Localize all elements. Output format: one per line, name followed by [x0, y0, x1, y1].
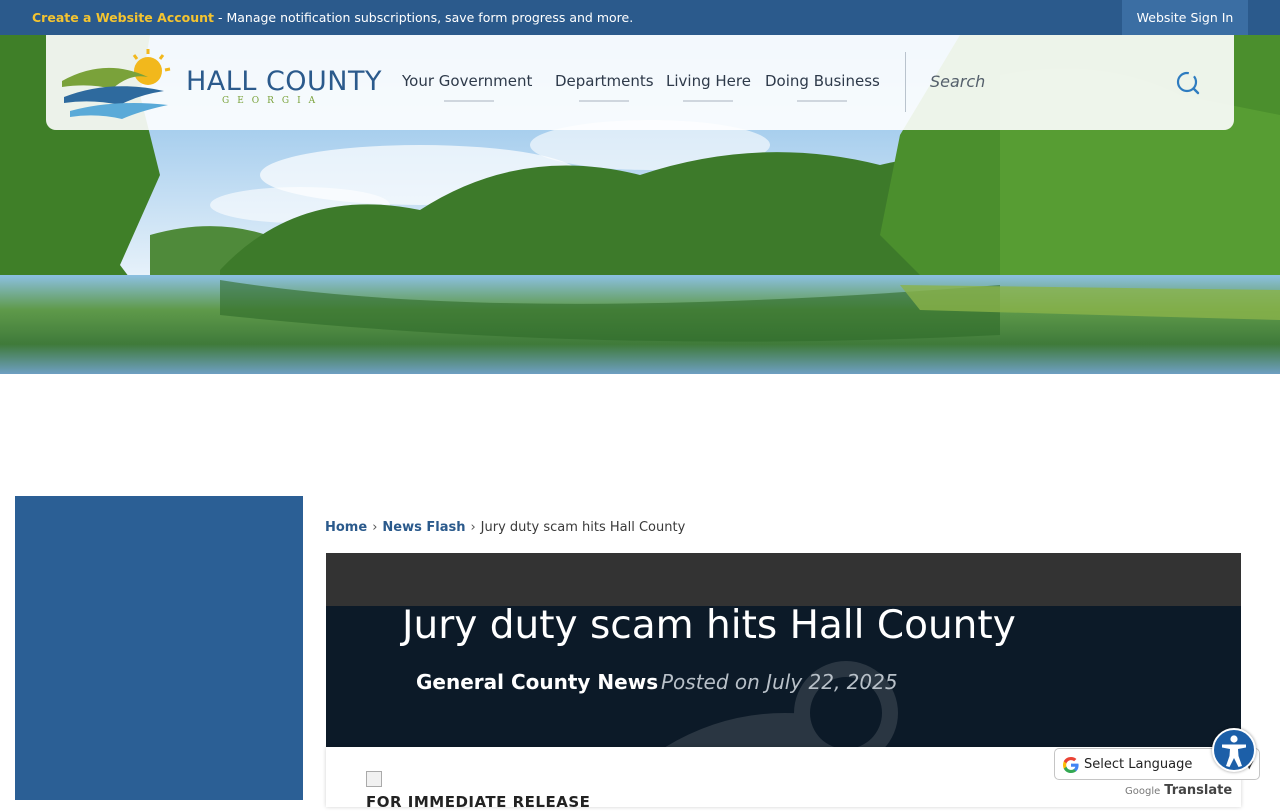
article-category[interactable]: General County News: [416, 670, 658, 694]
nav-underline: [579, 100, 629, 102]
account-message-text: - Manage notification subscriptions, sav…: [214, 10, 634, 25]
select-language-label: Select Language: [1084, 757, 1193, 772]
search-icon[interactable]: [1174, 69, 1202, 97]
logo-watermark-icon: [665, 661, 898, 747]
create-account-link[interactable]: Create a Website Account: [32, 10, 214, 25]
release-heading: FOR IMMEDIATE RELEASE: [366, 793, 591, 811]
accessibility-button[interactable]: [1212, 728, 1256, 772]
nav-underline: [444, 100, 494, 102]
search-input[interactable]: Search: [930, 72, 985, 91]
nav-doing-business[interactable]: Doing Business: [765, 72, 880, 90]
website-sign-in-button[interactable]: Website Sign In: [1122, 0, 1248, 35]
translate-wordmark: Translate: [1164, 783, 1233, 798]
article-banner: Jury duty scam hits Hall County General …: [326, 553, 1241, 747]
breadcrumb-news-flash[interactable]: News Flash: [382, 520, 465, 535]
nav-living-here[interactable]: Living Here: [666, 72, 751, 90]
banner-top-strip: [326, 553, 1241, 606]
logo-title[interactable]: HALL COUNTY: [186, 66, 382, 97]
top-utility-bar: Create a Website Account - Manage notifi…: [0, 0, 1280, 35]
broken-image-icon: [366, 771, 382, 787]
hall-county-logo-icon[interactable]: [60, 47, 176, 123]
breadcrumb: Home › News Flash › Jury duty scam hits Hall…: [325, 520, 685, 535]
nav-underline: [797, 100, 847, 102]
powered-by-google-translate[interactable]: Google Translate: [1125, 783, 1232, 798]
logo-subtitle: GEORGIA: [222, 96, 324, 106]
nav-divider: [905, 52, 906, 112]
breadcrumb-current: Jury duty scam hits Hall County: [480, 520, 686, 535]
sidebar-panel: [15, 496, 303, 800]
google-wordmark: Google: [1125, 786, 1161, 797]
article-title: Jury duty scam hits Hall County: [402, 603, 1016, 648]
account-message: Create a Website Account - Manage notifi…: [32, 10, 633, 25]
nav-underline: [683, 100, 733, 102]
article-posted-date: Posted on July 22, 2025: [661, 670, 898, 694]
accessibility-person-icon: [1222, 735, 1246, 767]
breadcrumb-separator: ›: [470, 520, 476, 535]
nav-departments[interactable]: Departments: [555, 72, 654, 90]
breadcrumb-separator: ›: [372, 520, 378, 535]
breadcrumb-home[interactable]: Home: [325, 520, 367, 535]
google-g-icon: [1063, 757, 1079, 773]
site-header: HALL COUNTY GEORGIA Your Government Depa…: [46, 35, 1234, 130]
nav-your-government[interactable]: Your Government: [402, 72, 532, 90]
